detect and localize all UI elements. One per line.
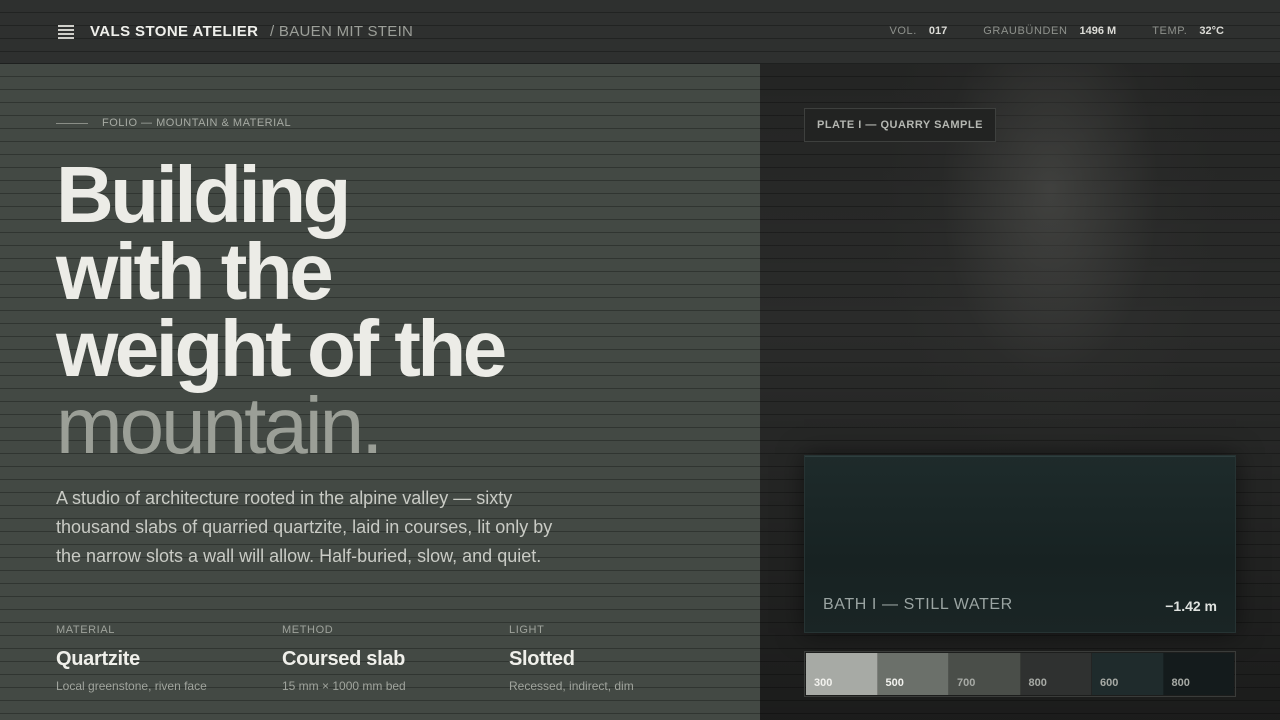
stat-label: VOL. <box>889 25 917 37</box>
brand-subtitle: / BAUEN MIT STEIN <box>270 23 414 40</box>
spec-note: 15 mm × 1000 mm bed <box>282 679 406 693</box>
stat-label: TEMP. <box>1152 25 1188 37</box>
stat-altitude: GRAUBÜNDEN 1496 M <box>983 25 1116 37</box>
headline-line-light: mountain. <box>56 381 383 470</box>
hero-headline: Building with the weight of the mountain… <box>56 150 507 470</box>
headline-line: Building <box>56 150 351 239</box>
bath-label: BATH I — STILL WATER <box>823 596 1013 613</box>
bath-image: BATH I — STILL WATER −1.42 m <box>804 455 1236 633</box>
spec-value: Quartzite <box>56 648 140 670</box>
color-swatches: 300 500 700 800 600 800 <box>804 651 1236 697</box>
spec-list: MATERIAL Quartzite Local greenstone, riv… <box>56 624 746 704</box>
plate-tag: PLATE I — QUARRY SAMPLE <box>804 108 996 142</box>
spec-value: Slotted <box>509 648 575 670</box>
menu-icon[interactable] <box>58 25 74 39</box>
swatch[interactable]: 800 <box>1163 653 1234 695</box>
stat-value: 1496 M <box>1079 25 1117 37</box>
swatch[interactable]: 500 <box>877 653 949 695</box>
menu-icon-bar <box>58 25 74 27</box>
stat-value: 32°C <box>1199 25 1224 37</box>
swatch-label: 700 <box>957 677 976 689</box>
stat-label: GRAUBÜNDEN <box>983 25 1068 37</box>
swatch-label: 300 <box>814 677 833 689</box>
folio-rule <box>56 122 88 124</box>
menu-icon-bar <box>58 29 74 31</box>
folio-label: FOLIO — MOUNTAIN & MATERIAL <box>56 117 291 129</box>
spec-light: LIGHT Slotted Recessed, indirect, dim <box>509 624 729 693</box>
swatch[interactable]: 300 <box>806 653 878 695</box>
spec-label: LIGHT <box>509 624 545 636</box>
hero-intro: A studio of architecture rooted in the a… <box>56 488 553 566</box>
swatch-label: 600 <box>1100 677 1119 689</box>
spec-value: Coursed slab <box>282 648 406 670</box>
menu-icon-bar <box>58 37 74 39</box>
spec-method: METHOD Coursed slab 15 mm × 1000 mm bed <box>282 624 502 693</box>
hero-panel: FOLIO — MOUNTAIN & MATERIAL Building wit… <box>0 64 760 720</box>
spec-label: MATERIAL <box>56 624 115 636</box>
swatch[interactable]: 600 <box>1092 653 1164 695</box>
spec-note: Local greenstone, riven face <box>56 679 207 693</box>
header-stats: VOL. 017 GRAUBÜNDEN 1496 M TEMP. 32°C <box>889 25 1224 37</box>
stat-temperature: TEMP. 32°C <box>1152 25 1224 37</box>
stat-volume: VOL. 017 <box>889 25 947 37</box>
headline-line: with the <box>56 227 334 316</box>
swatch[interactable]: 800 <box>1020 653 1092 695</box>
folio-text: FOLIO — MOUNTAIN & MATERIAL <box>102 117 292 129</box>
swatch[interactable]: 700 <box>949 653 1021 695</box>
spec-note: Recessed, indirect, dim <box>509 679 634 693</box>
plate-panel: PLATE I — QUARRY SAMPLE BATH I — STILL W… <box>760 64 1280 720</box>
spec-label: METHOD <box>282 624 334 636</box>
spec-material: MATERIAL Quartzite Local greenstone, riv… <box>56 624 276 693</box>
bath-depth: −1.42 m <box>1165 598 1217 614</box>
top-bar: VALS STONE ATELIER / BAUEN MIT STEIN VOL… <box>0 0 1280 64</box>
stat-value: 017 <box>928 25 948 37</box>
headline-line: weight of the <box>56 304 507 393</box>
swatch-label: 800 <box>1171 677 1190 689</box>
swatch-label: 800 <box>1028 677 1047 689</box>
swatch-label: 500 <box>885 677 904 689</box>
menu-icon-bar <box>58 33 74 35</box>
brand-name[interactable]: VALS STONE ATELIER <box>90 23 258 40</box>
